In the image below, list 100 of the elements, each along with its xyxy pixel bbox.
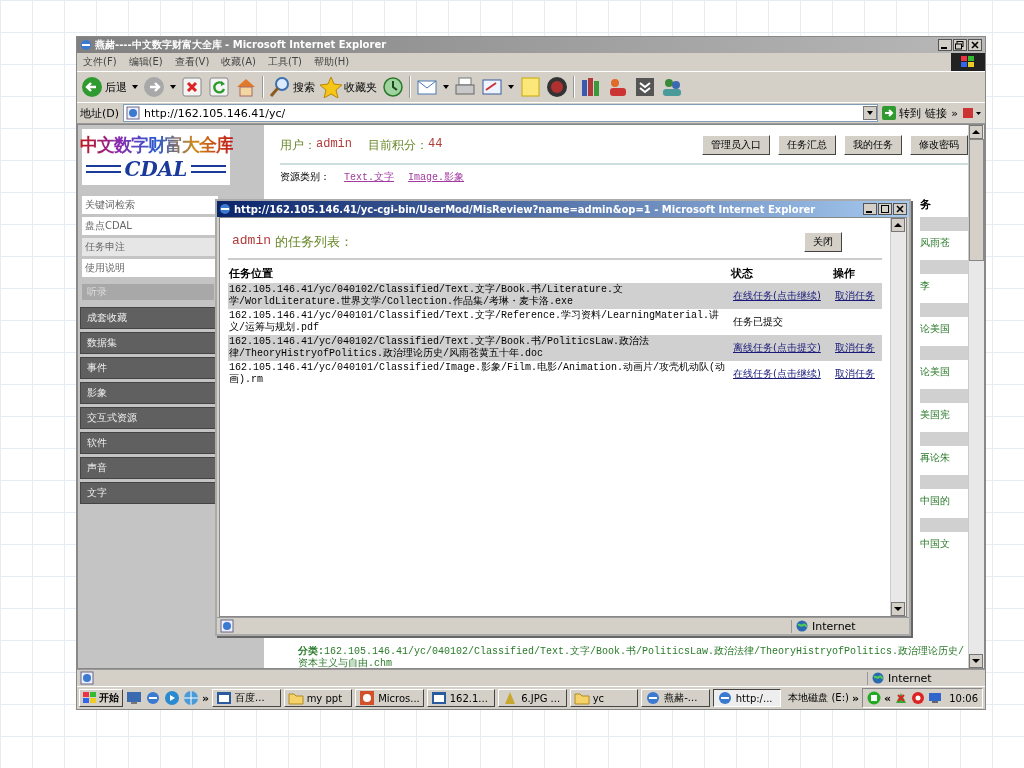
chevron-button[interactable]: « [884,691,892,705]
tray-icon[interactable] [894,691,909,705]
result-title[interactable]: 中国文 [920,537,968,551]
status-link[interactable]: 在线任务(点击继续) [733,368,821,379]
scrollbar[interactable] [968,125,984,668]
result-title[interactable]: 李 [920,279,968,293]
menu-item[interactable]: 编辑(E) [128,55,163,69]
books-button[interactable] [580,76,602,98]
scroll-thumb[interactable] [969,139,984,261]
search-button[interactable]: 搜索 [269,76,315,98]
edit-button[interactable] [481,76,503,98]
result-title[interactable]: 论美国 [920,365,968,379]
close-button[interactable] [893,203,907,215]
menu-item[interactable]: 工具(T) [268,55,302,69]
minimize-button[interactable] [938,39,952,51]
taskbar-button[interactable]: my ppt [283,689,353,707]
stop-button[interactable] [181,76,203,98]
category-item[interactable]: 软件 [80,432,218,454]
category-link[interactable]: Image.影象 [408,170,465,184]
cancel-link[interactable]: 取消任务 [835,342,875,353]
users-button[interactable] [661,76,683,98]
menu-item[interactable]: 帮助(H) [313,55,350,69]
category-item[interactable]: 数据集 [80,332,218,354]
category-item[interactable]: 事件 [80,357,218,379]
media-icon[interactable] [164,690,180,706]
address-field[interactable]: http://162.105.146.41/yc/ [123,104,879,122]
category-link[interactable]: Text.文字 [344,170,394,184]
path-cell: 162.105.146.41/yc/040101/Classified/Text.文字/Reference.学习资料/LearningMaterial.讲义/运筹与规划.pdf [228,309,730,335]
category-item[interactable]: 影象 [80,382,218,404]
result-title[interactable]: 风雨苍 [920,236,968,250]
result-title[interactable]: 中国的 [920,494,968,508]
menu-item[interactable]: 文件(F) [83,55,117,69]
dropdown-caret-icon[interactable] [170,85,176,89]
nav-button[interactable]: 管理员入口 [702,135,770,155]
badge-button[interactable] [546,76,568,98]
chevron-button[interactable]: » [202,691,210,705]
sidebar-item[interactable]: 关键词检索 [82,196,218,214]
drive-label[interactable]: 本地磁盘 (E:) [788,691,849,705]
books-icon [580,76,602,98]
favorites-button[interactable]: 收藏夹 [320,76,377,98]
result-title[interactable]: 再论朱 [920,451,968,465]
printer-button[interactable] [454,76,476,98]
go-arrow-icon [882,106,897,120]
taskbar-button[interactable]: 燕赭-... [641,689,710,707]
maximize-button[interactable] [878,203,892,215]
refresh-button[interactable] [208,76,230,98]
dropdown-caret-icon[interactable] [132,85,138,89]
category-item[interactable]: 文字 [80,482,218,504]
status-link[interactable]: 离线任务(点击提交) [733,342,821,353]
taskbar-button[interactable]: Micros... [355,689,424,707]
start-button[interactable]: 开始 [79,689,123,707]
chevron-button[interactable]: » [951,106,958,120]
cancel-link[interactable]: 取消任务 [835,290,875,301]
taskbar-button[interactable]: 百度... [212,689,281,707]
taskbar-button[interactable]: 162.1... [426,689,496,707]
restore-button[interactable] [953,39,967,51]
dropdown-caret-icon[interactable] [443,85,449,89]
chevron-button[interactable]: » [851,691,859,705]
windows-flag-icon [83,692,97,704]
taskbar-button[interactable]: 6.JPG ... [498,689,567,707]
window-title: 燕赭----中文数字财富大全库 - Microsoft Internet Explorer [95,38,388,52]
menu-item[interactable]: 查看(V) [174,55,210,69]
users-icon [661,76,683,98]
taskbar-button[interactable]: http:/... [712,689,782,707]
sidebar-item[interactable]: 使用说明 [82,259,218,277]
close-button[interactable]: 关闭 [804,232,842,252]
browser-icon[interactable] [145,690,161,706]
category-item[interactable]: 声音 [80,457,218,479]
category-item[interactable]: 成套收藏 [80,307,218,329]
go-button[interactable]: 转到 [882,105,922,121]
nav-button[interactable]: 任务汇总 [778,135,836,155]
box-button[interactable] [634,76,656,98]
forward-arrow-button[interactable] [143,76,165,98]
dropdown-caret-icon[interactable] [508,85,514,89]
taskbar-button[interactable]: yc [569,689,639,707]
browser-icon [80,39,92,51]
menu-item[interactable]: 收藏(A) [221,55,256,69]
nav-button[interactable]: 我的任务 [844,135,902,155]
history-button[interactable] [382,76,404,98]
stop-icon [181,76,203,98]
cancel-link[interactable]: 取消任务 [835,368,875,379]
home-button[interactable] [235,76,257,98]
result-title[interactable]: 美国宪 [920,408,968,422]
desktop-icon[interactable] [126,690,142,706]
sidebar-item[interactable]: 任务申注 [82,238,218,256]
column-header: 任务位置 [228,264,730,283]
tray-icon[interactable] [911,691,926,705]
close-button[interactable] [968,39,982,51]
category-item[interactable]: 交互式资源 [80,407,218,429]
back-button[interactable]: 后退 [81,76,127,98]
monitor-icon[interactable] [928,691,943,705]
status-link[interactable]: 在线任务(点击继续) [733,290,821,301]
sidebar-item[interactable]: 盘点CDAL [82,217,218,235]
scrollbar[interactable] [890,218,906,616]
badge-icon [546,76,568,98]
result-title[interactable]: 论美国 [920,322,968,336]
people-button[interactable] [607,76,629,98]
minimize-button[interactable] [863,203,877,215]
nav-button[interactable]: 修改密码 [910,135,968,155]
links-button[interactable]: 链接 [925,105,948,121]
